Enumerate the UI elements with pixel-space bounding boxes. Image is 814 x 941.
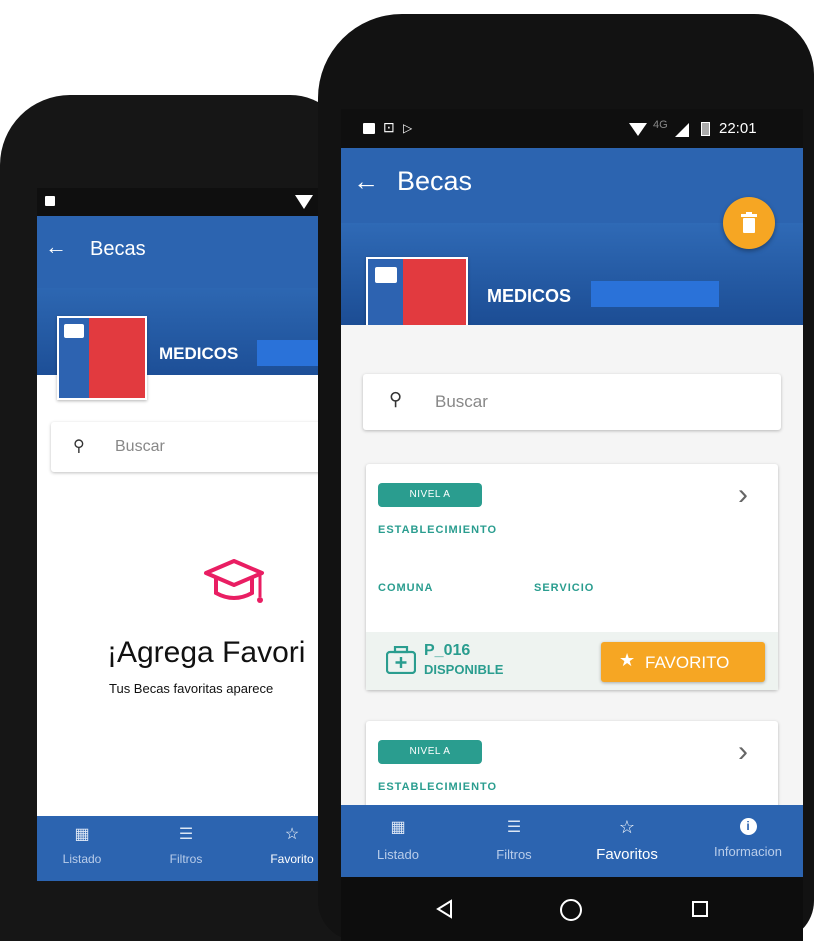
status-time: 22:01 — [719, 120, 757, 137]
category-title: MEDICOS — [487, 286, 572, 306]
search-input[interactable]: Buscar — [435, 392, 488, 412]
image-notification-icon — [363, 123, 375, 134]
back-arrow-icon[interactable]: ← — [45, 234, 67, 260]
nav-label: Informacion — [714, 844, 782, 859]
search-icon: ⚲ — [389, 389, 403, 409]
network-type: 4G — [653, 119, 668, 131]
establecimiento-label: ESTABLECIMIENTO — [378, 524, 498, 536]
medical-kit-icon — [386, 646, 416, 674]
card-footer: P_016 DISPONIBLE ★ FAVORITO — [366, 632, 778, 690]
nav-item-listado[interactable]: ▦ Listado — [37, 824, 127, 866]
nav-item-listado[interactable]: ▦ Listado — [353, 817, 443, 862]
status-bar — [37, 188, 337, 216]
nav-item-favoritos[interactable]: ☆ Favoritos — [582, 817, 672, 863]
comuna-label: COMUNA — [378, 582, 434, 594]
coat-of-arms-icon — [375, 267, 397, 283]
wifi-icon — [629, 123, 647, 136]
app-title: Becas — [397, 166, 473, 196]
recents-square-icon[interactable] — [691, 900, 709, 918]
plaza-code: P_016 — [424, 642, 471, 659]
play-store-icon: ▷ — [403, 121, 413, 135]
photo-notification-icon: ⊡ — [383, 119, 395, 135]
beca-card[interactable]: NIVEL A › ESTABLECIMIENTO COMUNA SERVICI… — [366, 464, 778, 690]
bottom-navigation: ▦ Listado ☰ Filtros ☆ Favoritos i Inform… — [341, 805, 803, 877]
status-bar: ⊡ ▷ 4G 22:01 — [341, 109, 803, 148]
wifi-icon — [295, 195, 313, 209]
grid-icon: ▦ — [74, 826, 90, 843]
graduation-cap-icon — [204, 559, 264, 603]
chevron-right-icon[interactable]: › — [738, 478, 748, 512]
ministry-logo — [57, 316, 147, 400]
search-bar[interactable]: ⚲ Buscar — [363, 374, 781, 430]
signal-icon — [675, 123, 689, 137]
level-badge: NIVEL A — [378, 740, 482, 764]
front-phone-screen: ⊡ ▷ 4G 22:01 ← Becas MEDICOS ⚲ Buscar NI… — [341, 109, 803, 941]
search-input[interactable]: Buscar — [115, 438, 165, 456]
empty-state-title: ¡Agrega Favori — [107, 636, 306, 669]
sliders-icon: ☰ — [506, 819, 522, 836]
nav-label: Filtros — [496, 847, 532, 862]
delete-fab[interactable] — [723, 197, 775, 249]
back-arrow-icon[interactable]: ← — [353, 166, 379, 197]
trash-icon — [741, 212, 757, 233]
redacted-block — [591, 281, 719, 307]
favorite-button[interactable]: ★ FAVORITO — [601, 642, 765, 682]
coat-of-arms-icon — [64, 324, 84, 338]
availability-status: DISPONIBLE — [424, 662, 504, 677]
search-icon: ⚲ — [73, 438, 85, 455]
search-bar[interactable]: ⚲ Buscar — [51, 422, 337, 472]
grid-icon: ▦ — [390, 819, 406, 836]
nav-item-filtros[interactable]: ☰ Filtros — [141, 824, 231, 866]
image-notification-icon — [45, 196, 55, 206]
category-title: MEDICOS — [159, 344, 239, 363]
system-navigation-bar — [341, 877, 803, 941]
nav-item-informacion[interactable]: i Informacion — [703, 817, 793, 859]
nav-item-filtros[interactable]: ☰ Filtros — [469, 817, 559, 862]
nav-label: Filtros — [169, 852, 203, 866]
info-icon: i — [703, 817, 793, 835]
home-circle-icon[interactable] — [559, 898, 583, 922]
nav-label: Listado — [62, 852, 102, 866]
back-phone-screen: ← Becas MEDICOS ⚲ Buscar ¡Agrega Favori … — [37, 188, 337, 881]
servicio-label: SERVICIO — [534, 582, 595, 594]
star-outline-icon: ☆ — [618, 817, 636, 837]
empty-state-subtitle: Tus Becas favoritas aparece — [109, 681, 274, 696]
favorite-button-label: FAVORITO — [645, 653, 730, 672]
nav-label: Listado — [377, 847, 419, 862]
app-bar: ← Becas — [37, 216, 337, 288]
bottom-navigation: ▦ Listado ☰ Filtros ☆ Favorito — [37, 816, 337, 881]
level-badge: NIVEL A — [378, 483, 482, 507]
star-filled-icon: ★ — [619, 650, 636, 670]
app-title: Becas — [90, 238, 146, 260]
nav-label: Favoritos — [596, 846, 658, 863]
establecimiento-label: ESTABLECIMIENTO — [378, 781, 498, 793]
sliders-icon: ☰ — [178, 826, 194, 843]
back-triangle-icon[interactable] — [435, 899, 453, 919]
chevron-right-icon[interactable]: › — [738, 735, 748, 769]
battery-icon — [701, 122, 710, 136]
